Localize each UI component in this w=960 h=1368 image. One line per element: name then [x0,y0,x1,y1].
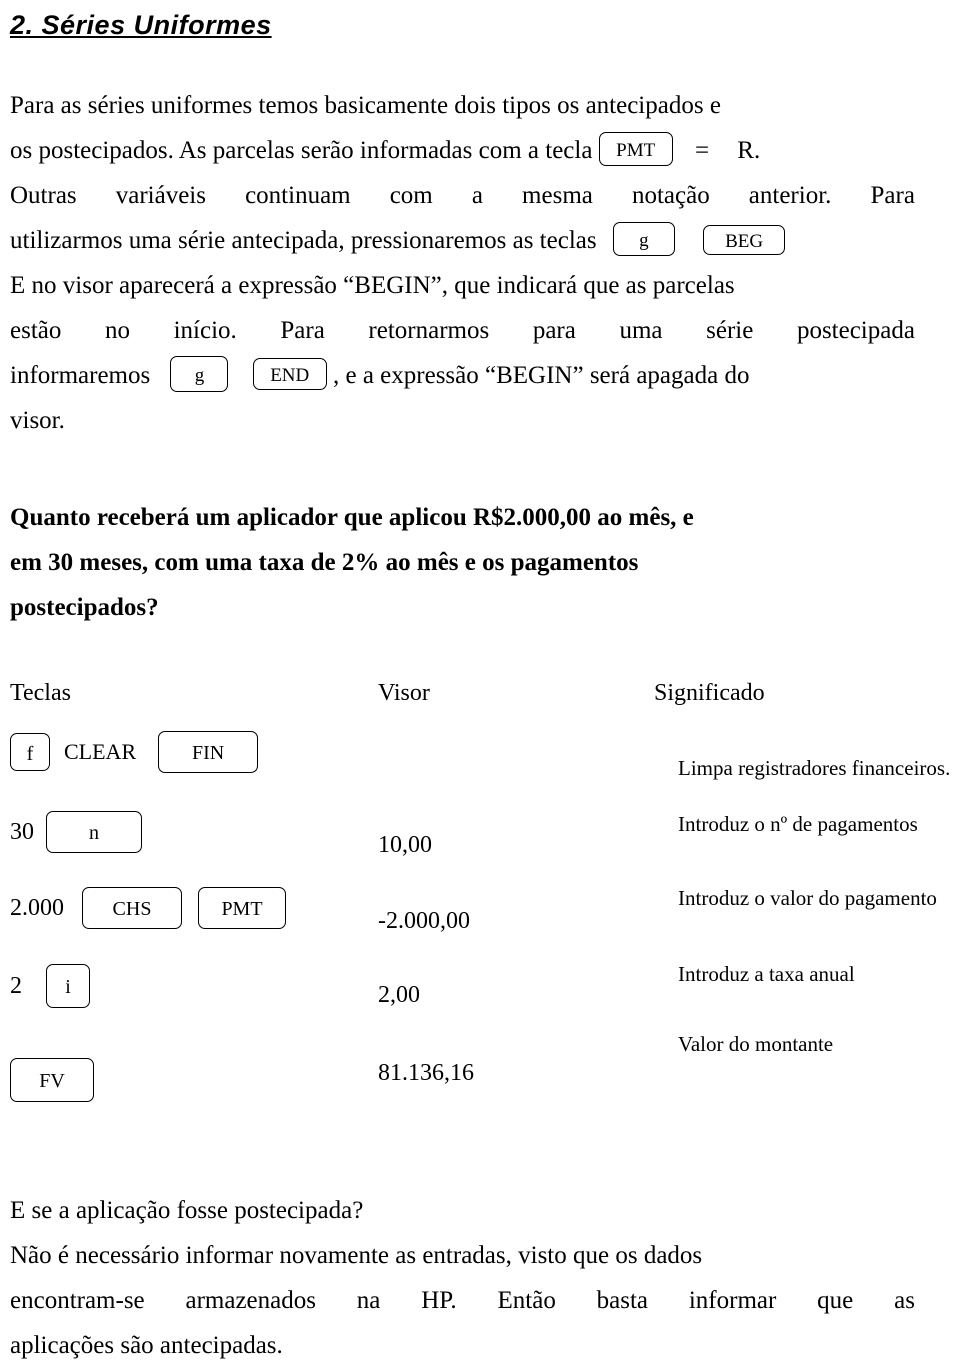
table-row: 2 i 2,00 Introduz a taxa anual [0,954,960,1032]
closing-w3: na [356,1287,381,1314]
intro-w12: início. [173,317,237,344]
intro-w14: retornarmos [368,317,490,344]
row-display: 2,00 [378,982,420,1008]
intro-w5: a [471,182,483,209]
key-pmt-table-icon[interactable]: PMT [198,887,286,930]
page-title: 2. Séries Uniformes [10,10,272,40]
closing-line-4: aplicações são antecipadas. [10,1332,283,1359]
row-keys: 2 i [10,960,90,1011]
intro-w1: Outras [10,182,77,209]
closing-paragraph: E se a aplicação fosse postecipada? Não … [10,1188,915,1368]
intro-line-1: Para as séries uniformes temos basicamen… [10,92,721,119]
closing-w5: Então [497,1287,556,1314]
intro-line-2: os postecipados. As parcelas serão infor… [10,128,915,173]
key-count-label: 30 [10,819,34,846]
intro-equals: = [694,137,710,164]
intro-line-3: Outras variáveis continuam com a mesma n… [10,173,915,218]
row-meaning: Limpa registradores financeiros. [678,756,951,780]
intro-paragraph: Para as séries uniformes temos basicamen… [10,83,915,443]
intro-line-7: informaremos g END , e a expressão “BEGI… [10,353,915,398]
row-keys: 30 n [10,806,142,857]
row-keys: 2.000 CHS PMT [10,882,286,933]
key-g-2-icon[interactable]: g [170,356,229,393]
intro-line-5: E no visor aparecerá a expressão “BEGIN”… [10,272,735,299]
key-fv-icon[interactable]: FV [10,1058,94,1103]
intro-w11: no [104,317,130,344]
document-page: 2. Séries Uniformes Para as séries unifo… [0,10,960,1364]
row-meaning: Valor do montante [678,1032,834,1056]
column-header-keys: Teclas [10,680,71,706]
intro-line-7-tail: , e a expressão “BEGIN” será apagada do [332,362,750,389]
closing-w8: que [817,1287,854,1314]
table-row: 30 n 10,00 Introduz o nº de pagamentos [0,800,960,876]
intro-line-4: utilizarmos uma série antecipada, pressi… [10,218,915,263]
intro-w10: estão [10,317,62,344]
closing-line-3: encontram-se armazenados na HP. Então ba… [10,1278,915,1323]
intro-line-7-text: informaremos [10,362,151,389]
key-clear-label: CLEAR [64,739,137,765]
question-line-1: Quanto receberá um aplicador que aplicou… [10,504,694,531]
intro-w15: para [532,317,576,344]
intro-w8: anterior. [748,182,832,209]
closing-line-1: E se a aplicação fosse postecipada? [10,1197,364,1224]
key-g-icon[interactable]: g [612,222,675,257]
intro-w9: Para [870,182,915,209]
table-header-row: Teclas Visor Significado [0,680,960,720]
intro-w18: postecipada [796,317,915,344]
key-beg-icon[interactable]: BEG [703,225,786,256]
intro-w7: notação [631,182,710,209]
closing-line-2: Não é necessário informar novamente as e… [10,1242,703,1269]
intro-w17: série [706,317,754,344]
exercise-question: Quanto receberá um aplicador que aplicou… [10,495,915,630]
closing-w2: armazenados [185,1287,316,1314]
closing-w6: basta [596,1287,649,1314]
closing-w4: HP. [421,1287,457,1314]
key-rate-label: 2 [10,973,22,1000]
closing-w1: encontram-se [10,1287,145,1314]
key-i-icon[interactable]: i [46,964,90,1009]
key-amount-label: 2.000 [10,895,64,922]
intro-w2: variáveis [115,182,206,209]
key-end-icon[interactable]: END [252,358,327,391]
row-keys: f CLEAR FIN [10,726,259,777]
key-n-icon[interactable]: n [46,811,142,854]
steps-table: Teclas Visor Significado f CLEAR FIN Lim… [0,680,960,1116]
column-header-display: Visor [378,680,430,706]
key-f-icon[interactable]: f [10,733,50,772]
intro-r-label: R. [737,137,761,164]
key-fin-icon[interactable]: FIN [158,731,259,774]
intro-line-6: estão no início. Para retornarmos para u… [10,308,915,353]
row-meaning: Introduz a taxa anual [678,962,855,986]
row-meaning: Introduz o valor do pagamento [678,886,937,910]
closing-w9: as [894,1287,915,1314]
key-chs-icon[interactable]: CHS [82,887,182,930]
intro-w3: continuam [245,182,351,209]
key-pmt-icon[interactable]: PMT [598,132,673,167]
closing-w7: informar [688,1287,777,1314]
column-header-meaning: Significado [654,680,765,706]
question-line-2: em 30 meses, com uma taxa de 2% ao mês e… [10,549,639,576]
row-meaning: Introduz o nº de pagamentos [678,812,918,836]
row-keys: FV [10,1054,94,1104]
table-row: f CLEAR FIN Limpa registradores financei… [0,720,960,800]
table-row: FV 81.136,16 Valor do montante [0,1032,960,1116]
intro-w4: com [389,182,433,209]
intro-line-4-text: utilizarmos uma série antecipada, pressi… [10,227,597,254]
row-display: -2.000,00 [378,908,470,934]
intro-line-2-text: os postecipados. As parcelas serão infor… [10,137,593,164]
row-display: 81.136,16 [378,1060,474,1086]
intro-w6: mesma [522,182,593,209]
row-display: 10,00 [378,832,432,858]
question-line-3: postecipados? [10,594,159,621]
intro-line-8: visor. [10,407,65,434]
table-row: 2.000 CHS PMT -2.000,00 Introduz o valor… [0,876,960,954]
intro-w13: Para [280,317,325,344]
intro-w16: uma [619,317,663,344]
